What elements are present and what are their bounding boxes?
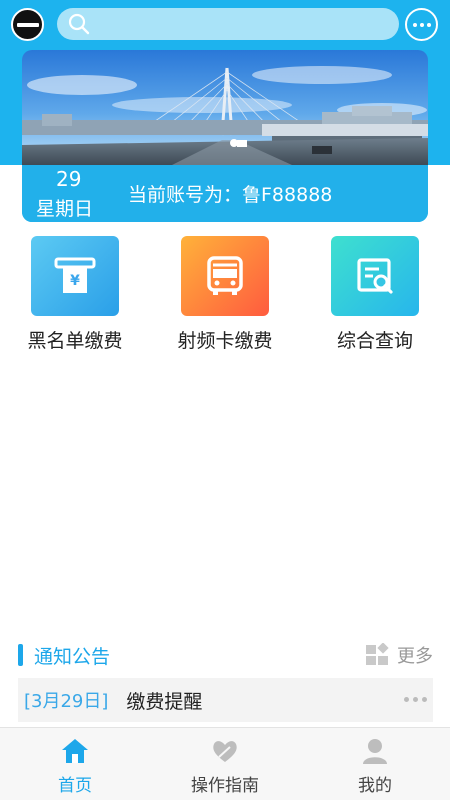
tab-guide-label: 操作指南	[191, 776, 259, 796]
comprehensive-query-button[interactable]: 综合查询	[300, 236, 450, 356]
rf-card-payment-button[interactable]: 射频卡缴费	[150, 236, 300, 356]
search-bar[interactable]	[57, 8, 399, 40]
banner-day: 29	[56, 167, 82, 191]
grid-squares-icon	[366, 643, 389, 665]
app-logo-icon[interactable]	[11, 8, 44, 41]
more-button[interactable]: 更多	[365, 642, 433, 668]
blacklist-payment-label: 黑名单缴费	[27, 330, 123, 352]
chat-bubble-icon	[412, 22, 431, 27]
bus-icon	[181, 236, 269, 316]
notice-title: 通知公告	[34, 646, 111, 668]
svg-text:¥: ¥	[70, 273, 80, 289]
more-dots-icon[interactable]	[404, 697, 427, 702]
bridge-toll-station-photo	[22, 50, 428, 165]
tab-guide[interactable]: 操作指南	[150, 728, 300, 800]
blacklist-payment-button[interactable]: ¥ 黑名单缴费	[0, 236, 150, 356]
tab-home-label: 首页	[58, 776, 92, 796]
tab-home[interactable]: 首页	[0, 728, 150, 800]
search-input[interactable]	[97, 16, 387, 32]
rf-card-payment-label: 射频卡缴费	[177, 330, 273, 352]
payment-receipt-icon: ¥	[31, 236, 119, 316]
document-search-icon	[331, 236, 419, 316]
current-account-text: 当前账号为：鲁F88888	[128, 184, 333, 206]
notice-header: 通知公告 更多	[18, 640, 433, 672]
message-button[interactable]	[405, 8, 438, 41]
notice-item[interactable]: [3月29日] 缴费提醒	[18, 678, 433, 722]
notice-date: [3月29日]	[24, 691, 109, 712]
banner-card: 29 星期日 当前账号为：鲁F88888	[22, 50, 428, 222]
tab-mine-label: 我的	[358, 776, 392, 796]
bottom-tab-bar: 首页 操作指南 我的	[0, 727, 450, 800]
home-icon	[62, 739, 88, 763]
notice-accent-bar	[18, 644, 23, 666]
more-label: 更多	[397, 646, 433, 667]
notice-text: 缴费提醒	[126, 690, 203, 713]
banner-weekday: 星期日	[36, 198, 94, 220]
heart-hands-icon	[213, 741, 237, 762]
tab-mine[interactable]: 我的	[300, 728, 450, 800]
banner-info-bar: 29 星期日 当前账号为：鲁F88888	[22, 165, 428, 222]
comprehensive-query-label: 综合查询	[336, 330, 413, 352]
search-icon	[68, 13, 90, 35]
user-icon	[363, 739, 387, 764]
